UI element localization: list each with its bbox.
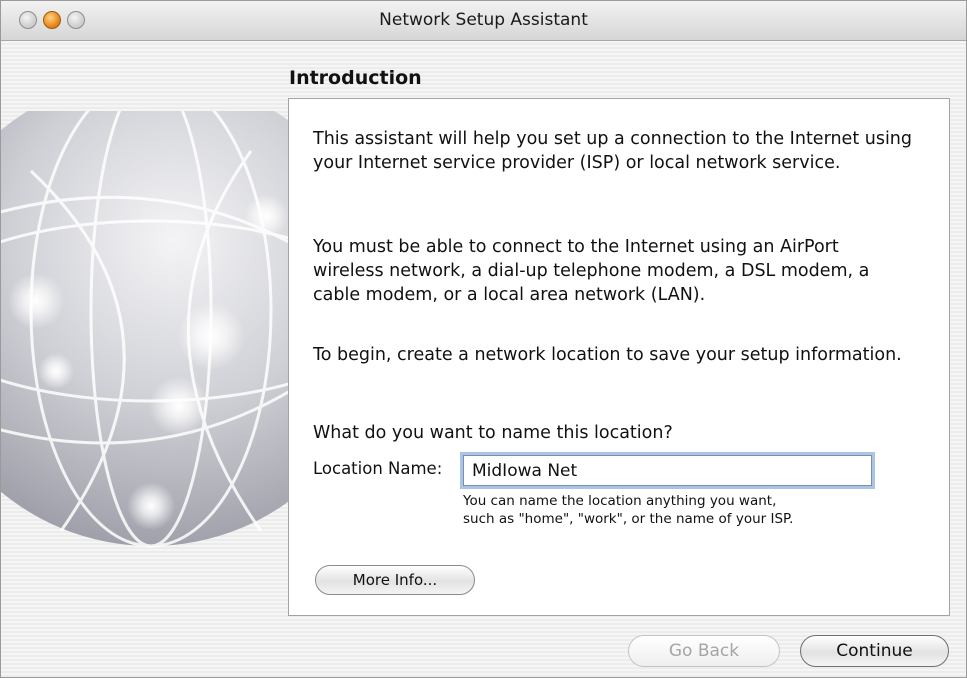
location-question: What do you want to name this location? (313, 423, 673, 443)
location-hint: You can name the location anything you w… (463, 492, 793, 528)
network-globe-icon (1, 111, 321, 548)
window-title: Network Setup Assistant (379, 10, 588, 30)
location-hint-line: You can name the location anything you w… (463, 493, 777, 509)
location-name-input[interactable] (463, 455, 872, 486)
go-back-button[interactable]: Go Back (628, 635, 780, 667)
continue-button[interactable]: Continue (800, 635, 949, 667)
more-info-button[interactable]: More Info... (315, 565, 475, 595)
assistant-window: Network Setup Assistant Introduction Thi… (0, 0, 967, 678)
content-panel: This assistant will help you set up a co… (288, 98, 950, 616)
location-hint-line: such as "home", "work", or the name of y… (463, 511, 794, 527)
instruction-paragraph: To begin, create a network location to s… (313, 345, 902, 365)
intro-paragraph: This assistant will help you set up a co… (313, 129, 913, 173)
title-bar: Network Setup Assistant (1, 1, 966, 41)
section-title: Introduction (289, 67, 422, 89)
requirements-paragraph: You must be able to connect to the Inter… (313, 237, 870, 305)
location-name-label: Location Name: (313, 459, 443, 478)
